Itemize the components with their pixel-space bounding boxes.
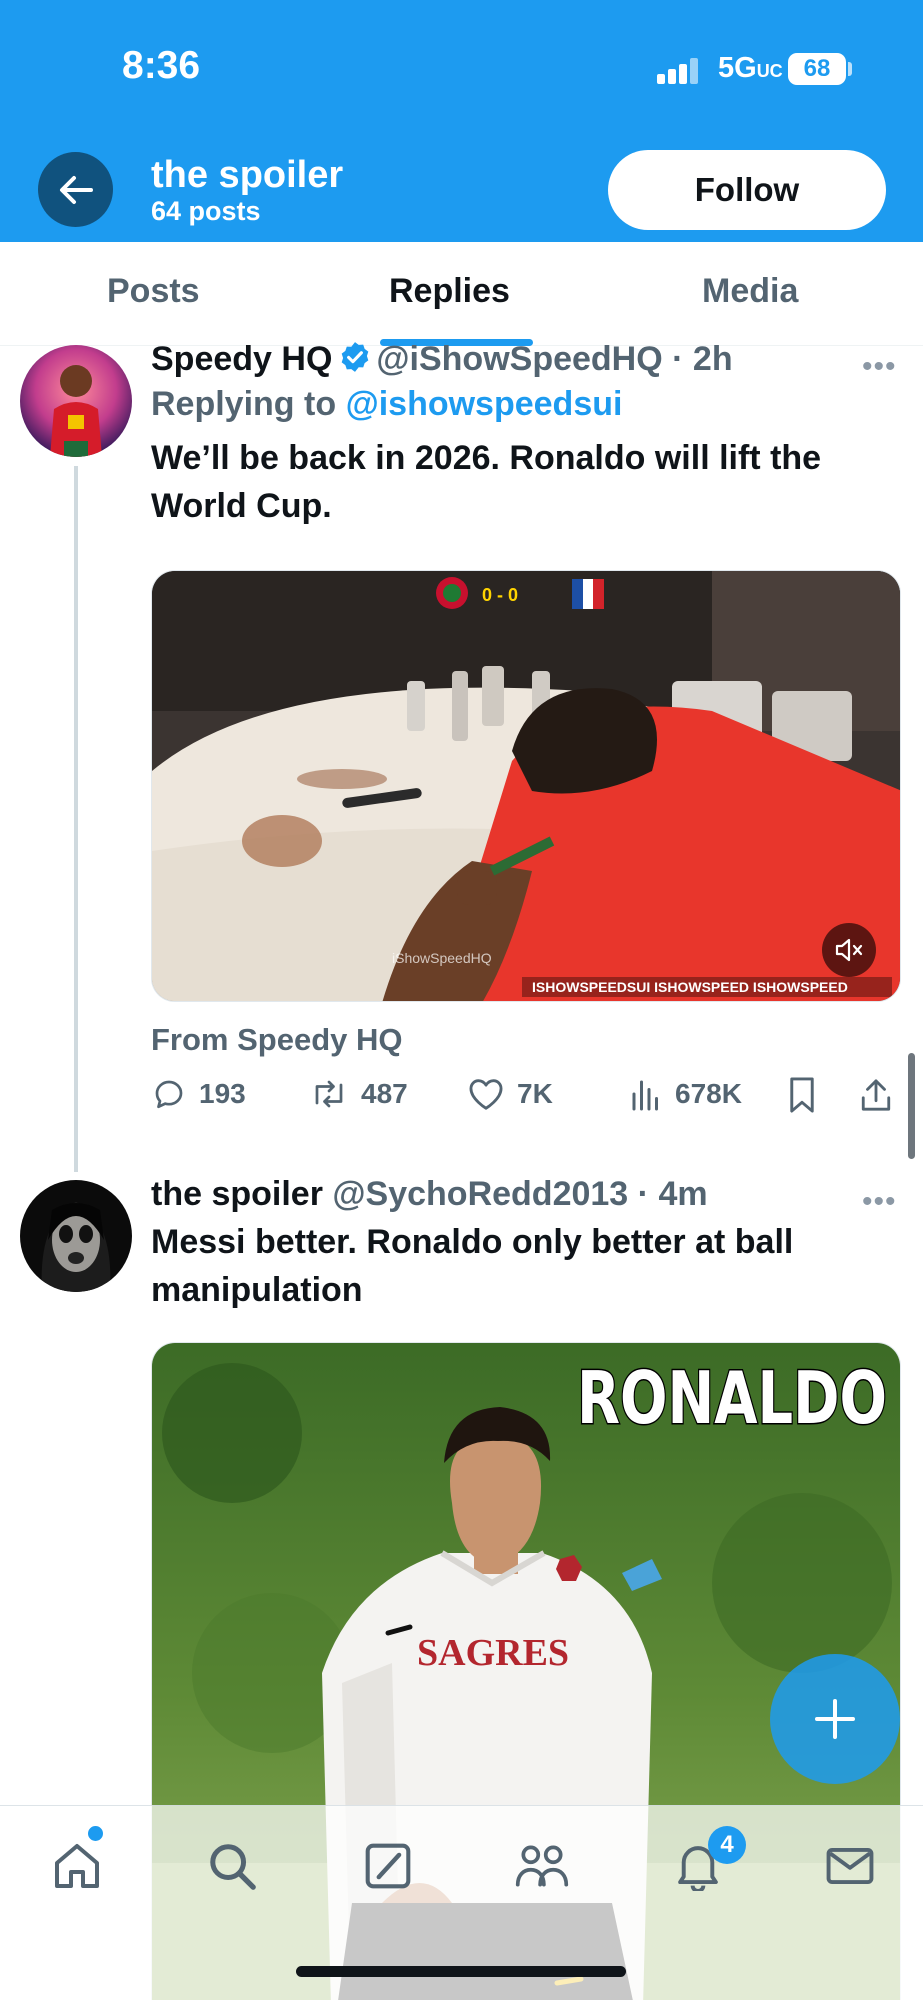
avatar[interactable] [20,1180,132,1292]
messages-icon [826,1847,874,1885]
tweet-actions: 193 487 7K 678K [151,1076,901,1126]
tab-posts[interactable]: Posts [107,272,200,311]
bookmark-button[interactable] [787,1076,817,1114]
home-unread-dot [88,1826,103,1841]
separator-dot: · [628,1175,659,1213]
profile-name: the spoiler [151,154,344,196]
profile-tabs: Posts Replies Media [0,242,923,346]
repost-icon [315,1080,343,1108]
bookmark-icon [790,1077,814,1113]
like-count: 7K [517,1078,553,1109]
view-count: 678K [675,1078,742,1109]
tweet-video[interactable]: 0 - 0 iShowSpeedHQ ISHOWSPEEDSUI ISHOWSP… [151,570,901,1002]
separator-dot: · [662,340,693,378]
nav-grok[interactable] [358,1836,418,1896]
repost-count: 487 [361,1078,408,1109]
muted-speaker-icon [835,938,863,962]
mute-toggle-button[interactable] [822,923,876,977]
scrollbar[interactable] [908,1053,915,1159]
views-button[interactable]: 678K [629,1076,742,1112]
tweet-text: We’ll be back in 2026. Ronaldo will lift… [151,439,822,525]
battery-level: 68 [788,53,846,85]
views-icon [632,1080,658,1111]
more-options-icon[interactable]: ••• [862,1185,897,1219]
nav-home[interactable] [47,1836,107,1896]
battery-icon [848,62,852,76]
reply-icon [155,1080,183,1109]
status-time: 8:36 [122,44,201,87]
nav-messages[interactable] [820,1836,880,1896]
home-icon [55,1844,99,1888]
thread-line [74,466,78,1172]
tweet-header: the spoiler @SychoRedd2013 · 4m [151,1175,891,1214]
arrow-left-icon [59,175,93,204]
video-score: 0 - 0 [482,585,518,605]
handle[interactable]: @iShowSpeedHQ [376,340,662,378]
reply-mention-link[interactable]: @ishowspeedsui [346,385,623,423]
notifications-badge: 4 [708,1826,746,1864]
communities-icon [515,1845,569,1887]
tweet-text: Messi better. Ronaldo only better at bal… [151,1223,794,1309]
timestamp[interactable]: 2h [693,340,733,378]
share-icon [861,1079,891,1111]
shirt-text: SAGRES [417,1632,569,1674]
meme-caption: RONALDO [577,1356,887,1440]
nav-communities[interactable] [512,1836,572,1896]
network-type: 5GUC [718,52,783,84]
search-icon [210,1844,256,1890]
video-source-link[interactable]: From Speedy HQ [151,1022,403,1058]
share-button[interactable] [859,1076,893,1114]
more-options-icon[interactable]: ••• [862,350,897,384]
plus-icon [815,1699,855,1739]
post-count: 64 posts [151,196,261,226]
reply-button[interactable]: 193 [151,1076,246,1112]
verified-badge-icon [342,342,369,372]
video-socials: ISHOWSPEEDSUI ISHOWSPEED ISHOWSPEED [532,979,848,995]
signal-strength-icon [657,58,701,84]
display-name[interactable]: Speedy HQ [151,340,332,378]
home-indicator[interactable] [296,1966,626,1977]
avatar[interactable] [20,345,132,457]
grok-icon [365,1843,411,1889]
video-watermark: iShowSpeedHQ [392,950,492,966]
tab-media[interactable]: Media [702,272,798,311]
reply-count: 193 [199,1078,246,1109]
compose-button[interactable] [770,1654,900,1784]
tweet-header: Speedy HQ @iShowSpeedHQ · 2h [151,340,871,379]
like-button[interactable]: 7K [467,1076,553,1112]
handle[interactable]: @SychoRedd2013 [332,1175,628,1213]
nav-search[interactable] [202,1836,262,1896]
timestamp[interactable]: 4m [658,1175,707,1213]
heart-icon [469,1079,503,1110]
replying-to: Replying to @ishowspeedsui [151,385,623,423]
profile-header: 8:36 5GUC 68 the spoiler 64 posts Follow [0,0,923,242]
follow-button[interactable]: Follow [608,150,886,230]
display-name[interactable]: the spoiler [151,1175,323,1213]
repost-button[interactable]: 487 [309,1076,408,1112]
back-button[interactable] [38,152,113,227]
tab-replies[interactable]: Replies [389,272,510,311]
